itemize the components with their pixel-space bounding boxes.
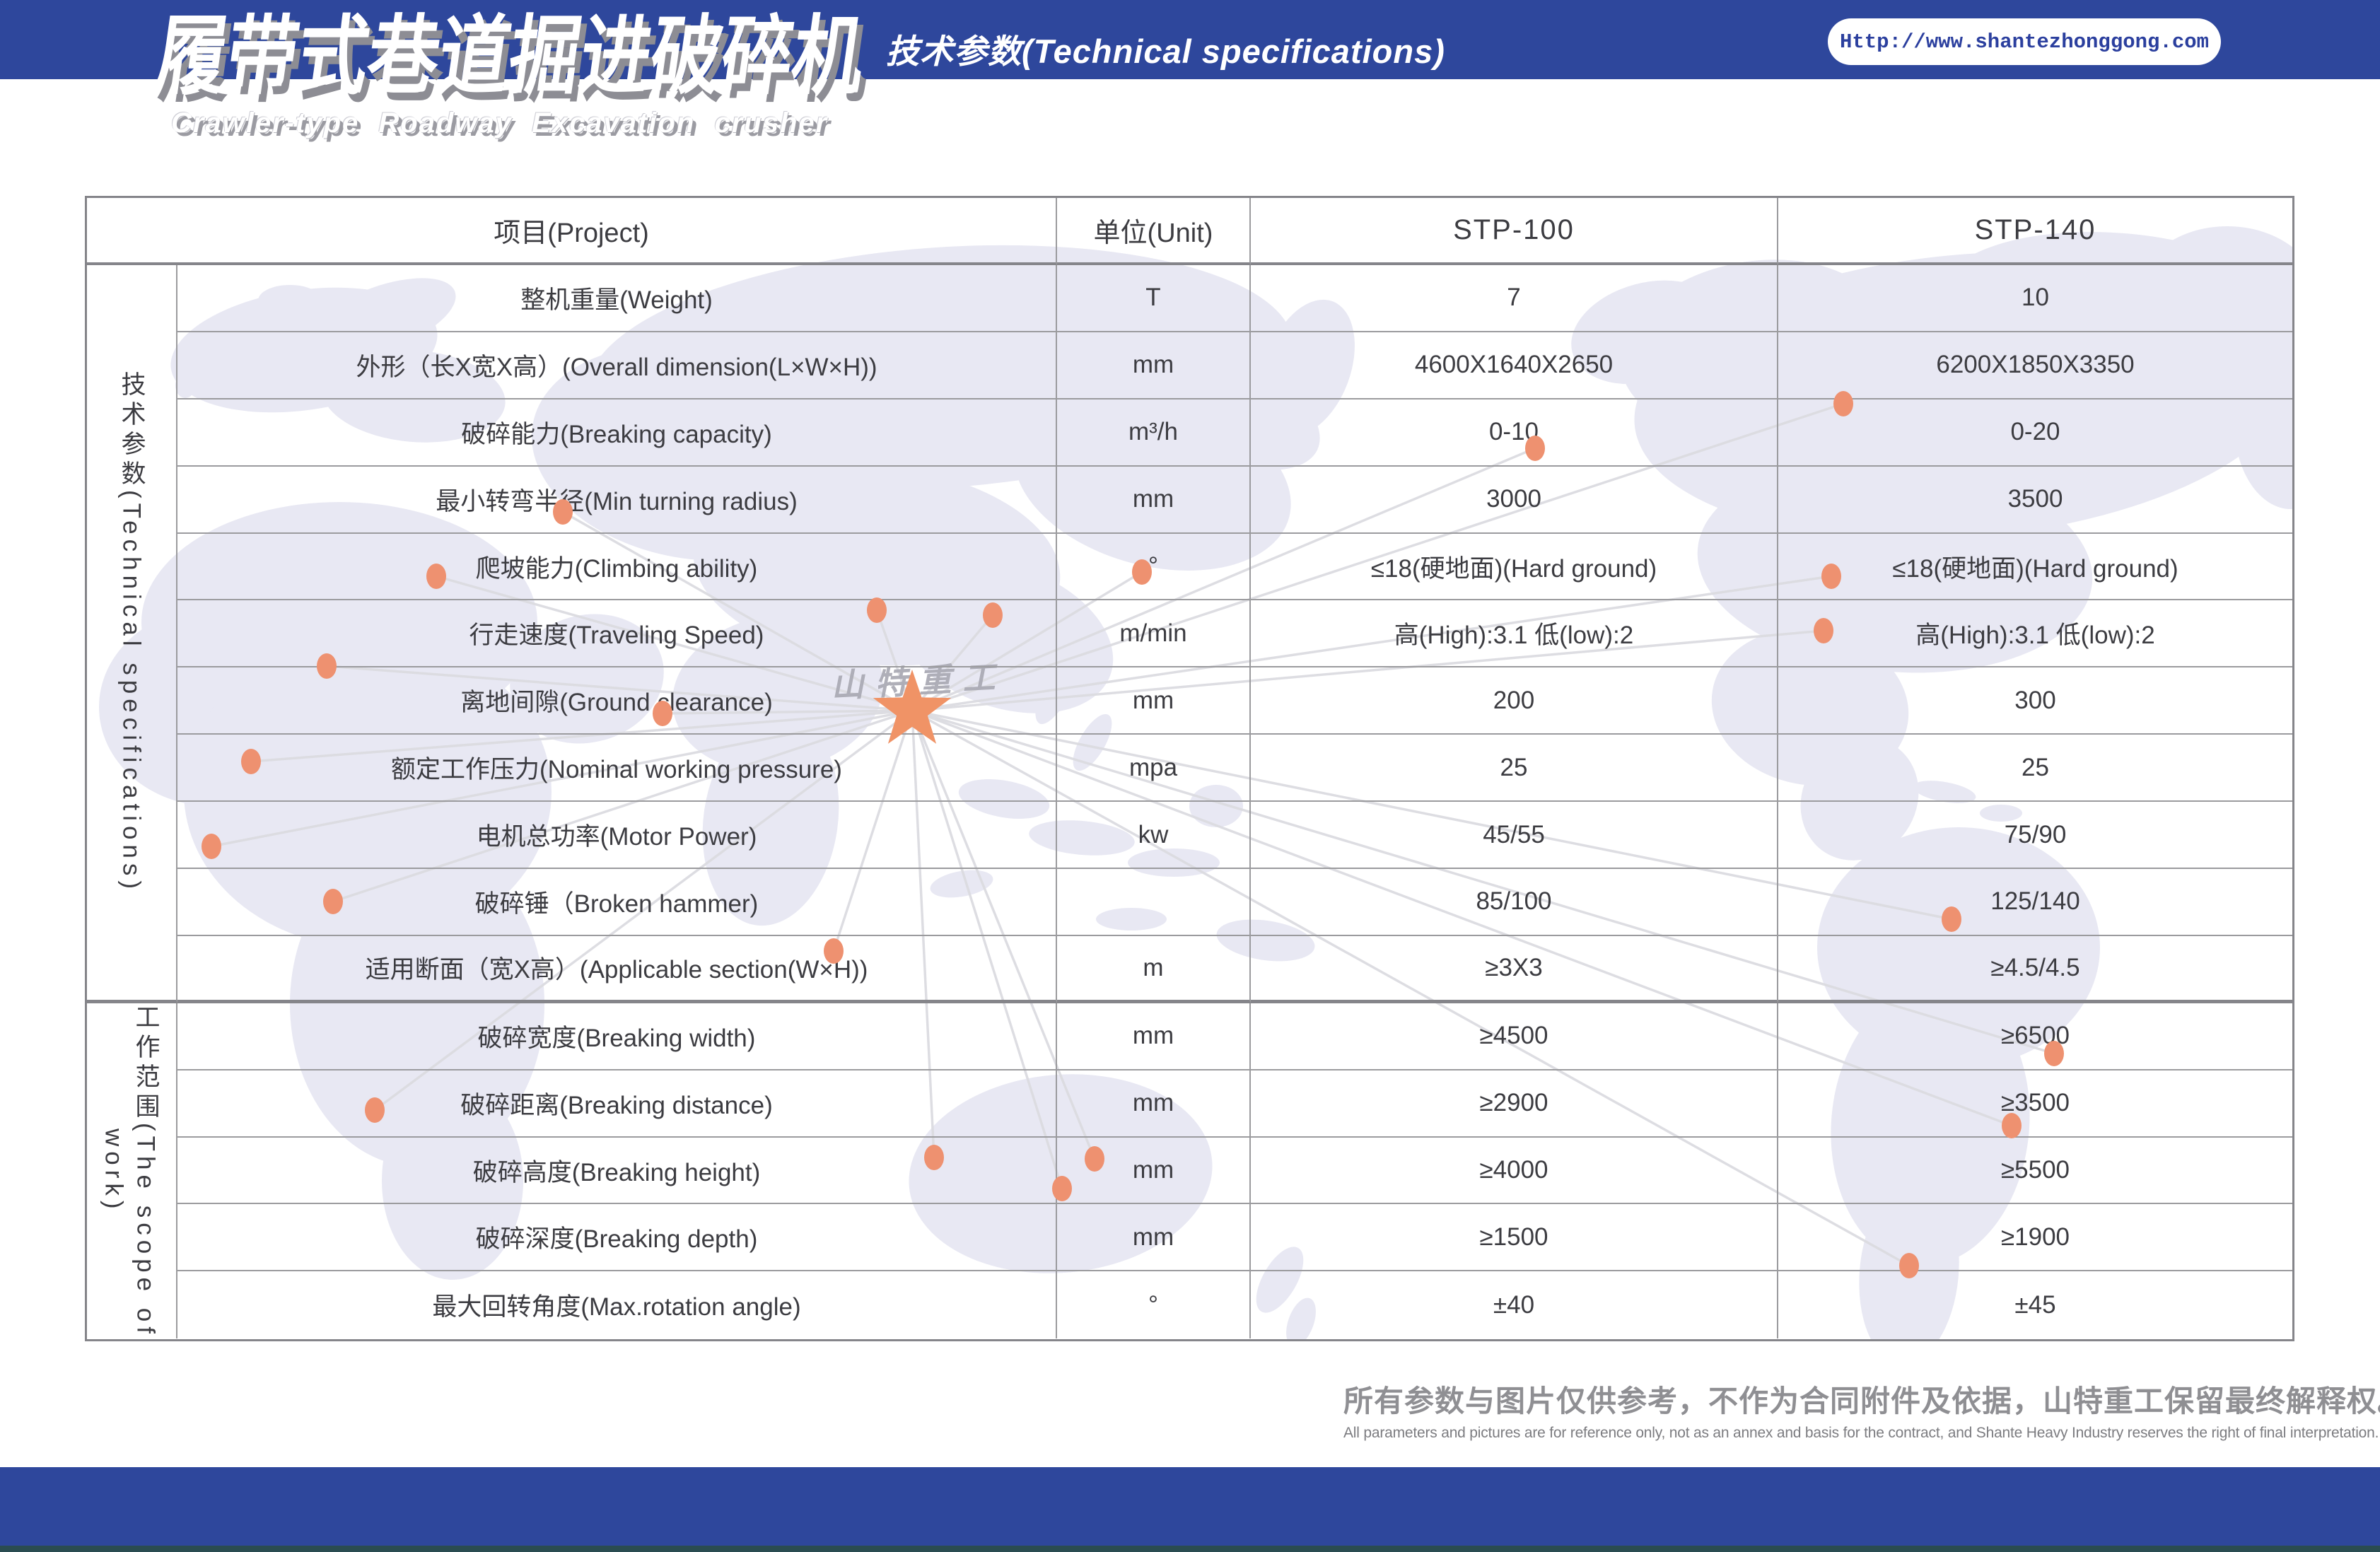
row-unit: [1057, 869, 1251, 936]
row-item-label: 破碎深度(Breaking depth): [177, 1204, 1057, 1271]
website-url-pill[interactable]: Http://www.shantezhonggong.com: [1828, 18, 2221, 65]
row-value-stp140: ≥3500: [1778, 1070, 2292, 1138]
spec-sheet-page: 技术参数(Technical specifications) Http://ww…: [0, 0, 2380, 1552]
row-value-stp100: 85/100: [1251, 869, 1778, 936]
row-value-stp100: ≥4000: [1251, 1138, 1778, 1205]
row-unit: mm: [1057, 467, 1251, 534]
row-value-stp140: 10: [1778, 265, 2292, 332]
row-unit: T: [1057, 265, 1251, 332]
row-item-label: 破碎距离(Breaking distance): [177, 1070, 1057, 1138]
row-item-label: 最大回转角度(Max.rotation angle): [177, 1271, 1057, 1338]
col-header-project: 项目(Project): [87, 198, 1057, 265]
row-unit: mm: [1057, 1204, 1251, 1271]
row-item-label: 行走速度(Traveling Speed): [177, 600, 1057, 667]
disclaimer: 所有参数与图片仅供参考，不作为合同附件及依据，山特重工保留最终解释权。 All …: [1343, 1377, 2333, 1442]
spec-table: 项目(Project)单位(Unit)STP-100STP-140 技术参数(Te…: [85, 196, 2294, 1341]
row-value-stp140: ≥6500: [1778, 1003, 2292, 1070]
disclaimer-english: All parameters and pictures are for refe…: [1343, 1425, 2333, 1442]
row-value-stp100: ≥3X3: [1251, 936, 1778, 1003]
row-value-stp100: ≥2900: [1251, 1070, 1778, 1138]
row-value-stp140: ±45: [1778, 1271, 2292, 1338]
bottom-footer-bar: [0, 1467, 2380, 1552]
vertical-section-label: 工作范围(The scope of work): [100, 1003, 164, 1338]
row-value-stp140: 125/140: [1778, 869, 2292, 936]
row-item-label: 外形（长X宽X高）(Overall dimension(L×W×H)): [177, 332, 1057, 399]
row-value-stp100: 45/55: [1251, 802, 1778, 869]
row-item-label: 额定工作压力(Nominal working pressure): [177, 735, 1057, 802]
row-value-stp140: 高(High):3.1 低(low):2: [1778, 600, 2292, 667]
section-label-scope-of-work: 工作范围(The scope of work): [87, 1003, 177, 1338]
row-unit: °: [1057, 1271, 1251, 1338]
row-value-stp100: ≥4500: [1251, 1003, 1778, 1070]
row-item-label: 破碎锤（Broken hammer): [177, 869, 1057, 936]
row-value-stp140: ≤18(硬地面)(Hard ground): [1778, 534, 2292, 601]
website-url[interactable]: Http://www.shantezhonggong.com: [1840, 30, 2209, 54]
row-item-label: 最小转弯半径(Min turning radius): [177, 467, 1057, 534]
row-value-stp100: 7: [1251, 265, 1778, 332]
row-value-stp140: ≥5500: [1778, 1138, 2292, 1205]
row-unit: m³/h: [1057, 399, 1251, 467]
row-value-stp100: 200: [1251, 667, 1778, 735]
row-unit: kw: [1057, 802, 1251, 869]
row-value-stp100: ≥1500: [1251, 1204, 1778, 1271]
row-value-stp140: 6200X1850X3350: [1778, 332, 2292, 399]
row-item-label: 离地间隙(Ground clearance): [177, 667, 1057, 735]
row-item-label: 破碎宽度(Breaking width): [177, 1003, 1057, 1070]
section-label-technical-specs: 技术参数(Technical specifications): [87, 265, 177, 1003]
row-value-stp140: 0-20: [1778, 399, 2292, 467]
row-item-label: 爬坡能力(Climbing ability): [177, 534, 1057, 601]
row-item-label: 电机总功率(Motor Power): [177, 802, 1057, 869]
disclaimer-chinese: 所有参数与图片仅供参考，不作为合同附件及依据，山特重工保留最终解释权。: [1343, 1377, 2333, 1420]
col-header-unit: 单位(Unit): [1057, 198, 1251, 265]
row-value-stp140: ≥1900: [1778, 1204, 2292, 1271]
row-unit: mm: [1057, 1070, 1251, 1138]
row-unit: m/min: [1057, 600, 1251, 667]
row-unit: °: [1057, 534, 1251, 601]
row-item-label: 破碎高度(Breaking height): [177, 1138, 1057, 1205]
vertical-section-label: 技术参数(Technical specifications): [114, 371, 150, 894]
row-value-stp100: 高(High):3.1 低(low):2: [1251, 600, 1778, 667]
product-title-english: Crawler-type Roadway Excavation crusher: [171, 107, 828, 139]
row-unit: mpa: [1057, 735, 1251, 802]
row-value-stp100: 0-10: [1251, 399, 1778, 467]
row-unit: mm: [1057, 667, 1251, 735]
row-value-stp100: 25: [1251, 735, 1778, 802]
product-title-chinese: 履带式巷道掘进破碎机: [148, 1, 871, 112]
row-value-stp140: 75/90: [1778, 802, 2292, 869]
row-value-stp140: 3500: [1778, 467, 2292, 534]
row-value-stp140: 300: [1778, 667, 2292, 735]
row-value-stp140: ≥4.5/4.5: [1778, 936, 2292, 1003]
col-header-stp140: STP-140: [1778, 198, 2292, 265]
row-unit: mm: [1057, 1138, 1251, 1205]
row-unit: mm: [1057, 1003, 1251, 1070]
row-item-label: 破碎能力(Breaking capacity): [177, 399, 1057, 467]
section-heading: 技术参数(Technical specifications): [886, 24, 1445, 73]
row-value-stp140: 25: [1778, 735, 2292, 802]
row-item-label: 适用断面（宽X高）(Applicable section(W×H)): [177, 936, 1057, 1003]
row-unit: m: [1057, 936, 1251, 1003]
row-value-stp100: 3000: [1251, 467, 1778, 534]
row-value-stp100: ≤18(硬地面)(Hard ground): [1251, 534, 1778, 601]
col-header-stp100: STP-100: [1251, 198, 1778, 265]
row-item-label: 整机重量(Weight): [177, 265, 1057, 332]
row-value-stp100: ±40: [1251, 1271, 1778, 1338]
row-unit: mm: [1057, 332, 1251, 399]
row-value-stp100: 4600X1640X2650: [1251, 332, 1778, 399]
